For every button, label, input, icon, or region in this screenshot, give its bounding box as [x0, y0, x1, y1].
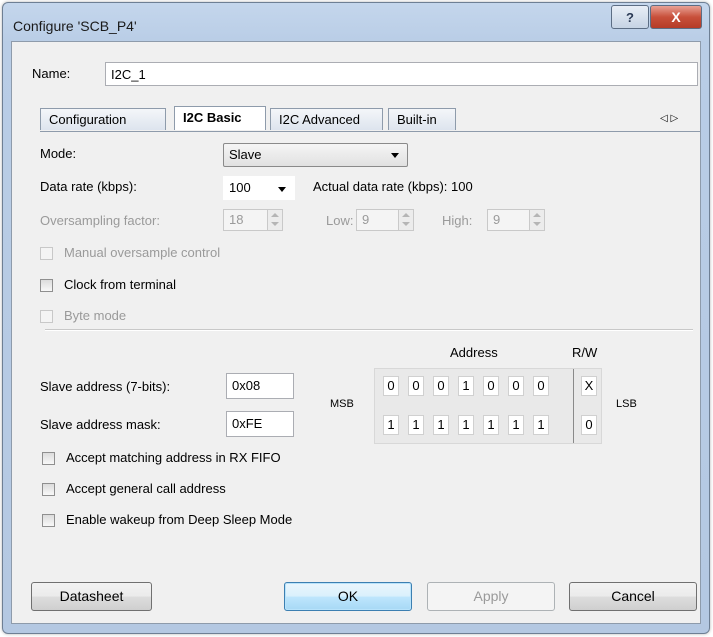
- mode-label: Mode:: [40, 146, 77, 161]
- chevron-down-icon: [278, 187, 286, 192]
- address-bit-1[interactable]: 0: [408, 376, 424, 396]
- accept-matching-label: Accept matching address in RX FIFO: [66, 450, 281, 465]
- mode-select[interactable]: Slave: [223, 143, 408, 167]
- oversampling-spin-buttons[interactable]: [267, 210, 282, 230]
- spin-up-icon: [271, 213, 279, 217]
- mask-bit-3[interactable]: 1: [458, 415, 474, 435]
- byte-mode-label: Byte mode: [64, 308, 127, 323]
- clock-from-terminal-checkbox[interactable]: [40, 279, 53, 292]
- low-spin-buttons[interactable]: [398, 210, 413, 230]
- high-label: High:: [442, 213, 473, 228]
- data-rate-label: Data rate (kbps):: [40, 179, 137, 194]
- apply-button: Apply: [427, 582, 555, 611]
- rw-divider: [573, 369, 574, 443]
- address-bit-0[interactable]: 0: [383, 376, 399, 396]
- accept-matching-checkbox[interactable]: [42, 452, 55, 465]
- mask-bit-6[interactable]: 1: [533, 415, 549, 435]
- rw-header: R/W: [572, 345, 598, 360]
- spin-down-icon: [402, 222, 410, 226]
- address-bit-6[interactable]: 0: [533, 376, 549, 396]
- spin-down-icon: [271, 222, 279, 226]
- dialog-client-area: Name: I2C_1 Configuration I2C Basic I2C …: [11, 41, 701, 624]
- help-button[interactable]: ?: [611, 5, 649, 29]
- tab-scroll-right-icon[interactable]: ▷: [670, 113, 678, 124]
- actual-data-rate: Actual data rate (kbps): 100: [313, 179, 473, 194]
- tab-built-in-label: Built-in: [397, 112, 437, 127]
- low-stepper[interactable]: 9: [356, 209, 414, 231]
- ok-button[interactable]: OK: [284, 582, 412, 611]
- address-bit-2[interactable]: 0: [433, 376, 449, 396]
- tab-configuration[interactable]: Configuration: [40, 108, 166, 130]
- tab-underline: [40, 131, 700, 132]
- high-spin-buttons[interactable]: [529, 210, 544, 230]
- mask-bit-2[interactable]: 1: [433, 415, 449, 435]
- high-stepper[interactable]: 9: [487, 209, 545, 231]
- manual-oversample-label: Manual oversample control: [64, 245, 221, 260]
- lsb-label: LSB: [616, 398, 637, 410]
- low-value: 9: [362, 212, 370, 227]
- tab-i2c-advanced[interactable]: I2C Advanced: [270, 108, 383, 130]
- address-bit-3[interactable]: 1: [458, 376, 474, 396]
- slave-address-mask-label: Slave address mask:: [40, 417, 161, 432]
- spin-up-icon: [402, 213, 410, 217]
- enable-wakeup-checkbox[interactable]: [42, 514, 55, 527]
- datasheet-button[interactable]: Datasheet: [31, 582, 152, 611]
- low-label: Low:: [326, 213, 354, 228]
- oversampling-stepper[interactable]: 18: [223, 209, 283, 231]
- mode-select-value: Slave: [229, 147, 262, 162]
- tab-i2c-advanced-label: I2C Advanced: [279, 112, 360, 127]
- address-bit-5[interactable]: 0: [508, 376, 524, 396]
- address-header: Address: [450, 345, 498, 360]
- window-title: Configure 'SCB_P4': [13, 18, 137, 34]
- mask-bit-4[interactable]: 1: [483, 415, 499, 435]
- tab-scroll-left-icon[interactable]: ◁: [660, 113, 668, 124]
- spin-up-icon: [533, 213, 541, 217]
- oversampling-label: Oversampling factor:: [40, 213, 160, 228]
- address-bit-grid: 0001000X 11111110: [374, 368, 602, 444]
- name-input[interactable]: I2C_1: [105, 62, 698, 86]
- enable-wakeup-label: Enable wakeup from Deep Sleep Mode: [66, 512, 293, 527]
- chevron-down-icon: [391, 153, 399, 158]
- spin-down-icon: [533, 222, 541, 226]
- help-icon: ?: [626, 9, 634, 25]
- address-bit-7[interactable]: X: [581, 376, 597, 396]
- mask-bit-7[interactable]: 0: [581, 415, 597, 435]
- close-icon: X: [671, 9, 681, 25]
- mask-bit-0[interactable]: 1: [383, 415, 399, 435]
- accept-general-call-checkbox[interactable]: [42, 483, 55, 496]
- slave-address-input[interactable]: 0x08: [226, 373, 294, 399]
- name-label: Name:: [32, 66, 71, 81]
- msb-label: MSB: [330, 398, 354, 410]
- address-bit-4[interactable]: 0: [483, 376, 499, 396]
- mask-bit-5[interactable]: 1: [508, 415, 524, 435]
- slave-address-mask-input[interactable]: 0xFE: [226, 411, 294, 437]
- data-rate-select[interactable]: 100: [223, 176, 295, 200]
- high-value: 9: [493, 212, 501, 227]
- tab-built-in[interactable]: Built-in: [388, 108, 456, 130]
- tab-i2c-basic-label: I2C Basic: [183, 110, 242, 125]
- data-rate-value: 100: [229, 180, 251, 195]
- slave-address-label: Slave address (7-bits):: [40, 379, 171, 394]
- mask-bit-1[interactable]: 1: [408, 415, 424, 435]
- clock-from-terminal-label: Clock from terminal: [64, 277, 176, 292]
- oversampling-value: 18: [229, 212, 244, 227]
- title-bar[interactable]: Configure 'SCB_P4' ? X: [3, 3, 709, 41]
- configure-dialog: Configure 'SCB_P4' ? X Name: I2C_1 Confi…: [2, 2, 710, 634]
- tab-i2c-basic[interactable]: I2C Basic: [174, 106, 266, 130]
- manual-oversample-checkbox[interactable]: [40, 247, 53, 260]
- section-divider: [45, 329, 693, 331]
- cancel-button[interactable]: Cancel: [569, 582, 697, 611]
- accept-general-call-label: Accept general call address: [66, 481, 226, 496]
- tab-scroll-arrows: ◁ ▷: [660, 113, 678, 124]
- tab-configuration-label: Configuration: [49, 112, 127, 127]
- byte-mode-checkbox[interactable]: [40, 310, 53, 323]
- close-button[interactable]: X: [650, 5, 702, 29]
